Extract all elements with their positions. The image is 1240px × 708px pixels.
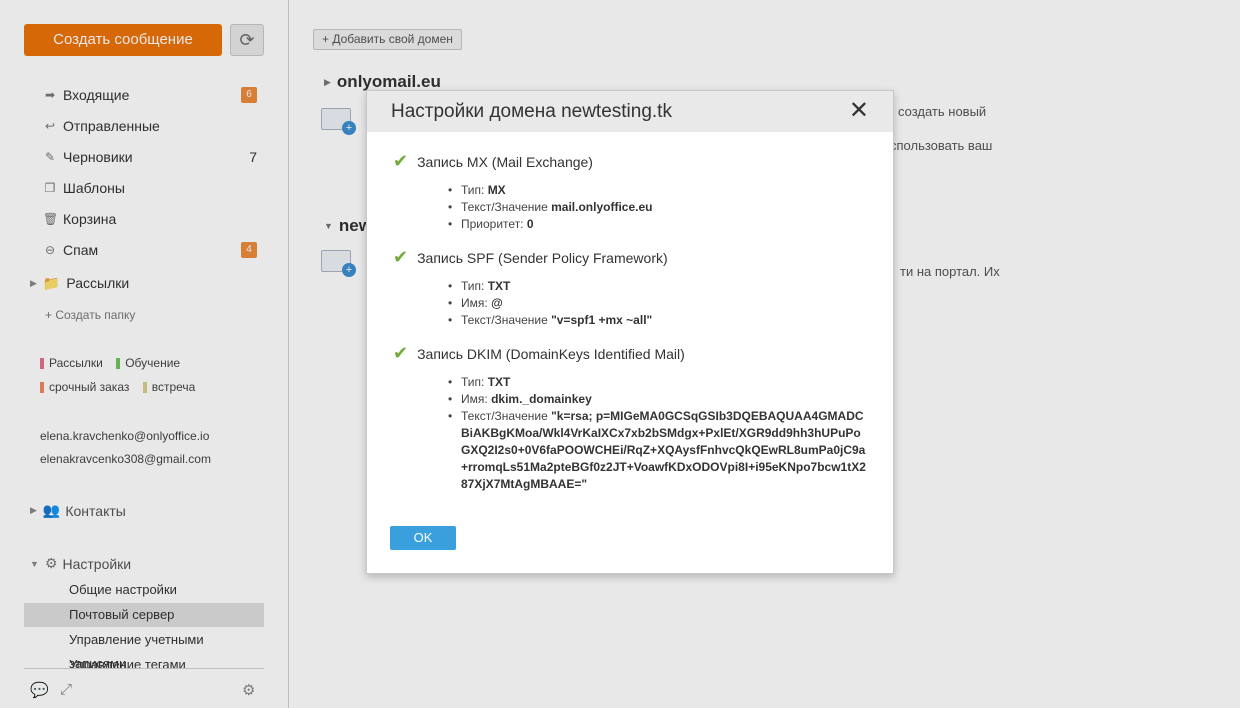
dkim-record-heading: ✔ Запись DKIM (DomainKeys Identified Mai… bbox=[393, 343, 685, 363]
checkmark-icon: ✔ bbox=[393, 247, 409, 267]
ok-button[interactable]: OK bbox=[390, 526, 456, 550]
dialog-header: Настройки домена newtesting.tk ✕ bbox=[367, 91, 893, 132]
close-icon[interactable]: ✕ bbox=[849, 99, 869, 123]
checkmark-icon: ✔ bbox=[393, 151, 409, 171]
dkim-record-details: Тип: TXT Имя: dkim._domainkey Текст/Знач… bbox=[448, 374, 868, 493]
mx-record-details: Тип: MX Текст/Значение mail.onlyoffice.e… bbox=[448, 182, 652, 233]
mx-record-heading: ✔ Запись MX (Mail Exchange) bbox=[393, 151, 593, 171]
spf-record-heading: ✔ Запись SPF (Sender Policy Framework) bbox=[393, 247, 668, 267]
dialog-title: Настройки домена newtesting.tk bbox=[391, 100, 672, 122]
checkmark-icon: ✔ bbox=[393, 343, 409, 363]
spf-record-details: Тип: TXT Имя: @ Текст/Значение "v=spf1 +… bbox=[448, 278, 652, 329]
domain-settings-dialog: Настройки домена newtesting.tk ✕ ✔ Запис… bbox=[366, 90, 894, 574]
